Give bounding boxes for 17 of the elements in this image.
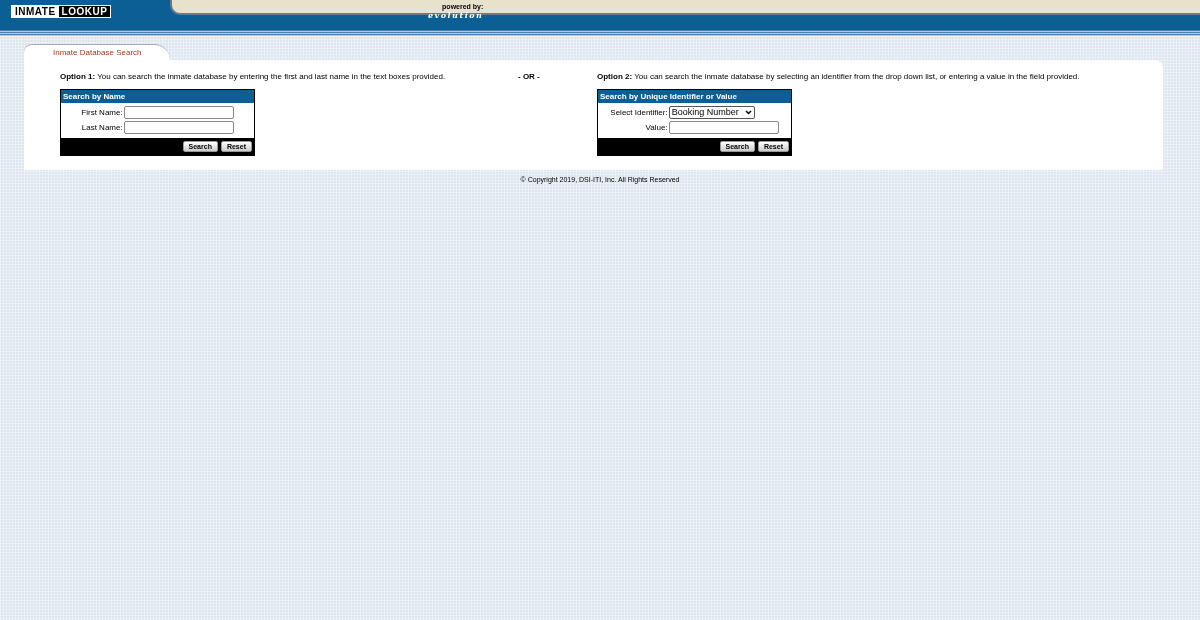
site-logo[interactable]: INMATE LOOKUP	[11, 5, 112, 18]
field-label: Value:	[644, 123, 668, 132]
option-description: Option 1: You can search the inmate database by entering the first and last name in the text boxes provided.	[60, 72, 447, 81]
field-label: Last Name:	[81, 123, 123, 132]
tab[interactable]: Inmate Database Search	[24, 44, 170, 60]
field-label: First Name:	[81, 108, 123, 117]
brand-logo: evolution	[428, 10, 484, 20]
option-description: Option 2: You can search the inmate database by selecting an identifier from the drop down list, or entering a value in the field provided.	[597, 72, 1081, 81]
or-separator: - OR -	[518, 72, 541, 83]
chevron-icon	[744, 110, 752, 115]
identifier-dropdown[interactable]: Booking Number	[668, 106, 755, 119]
input-field[interactable]	[123, 121, 234, 134]
panel-title: Search by Name	[61, 90, 254, 103]
field-label: Select Identifier:	[610, 108, 668, 117]
input-field[interactable]	[668, 121, 779, 134]
input-field[interactable]	[123, 106, 234, 119]
panel-title: Search by Unique Identifier or Value	[598, 90, 791, 103]
